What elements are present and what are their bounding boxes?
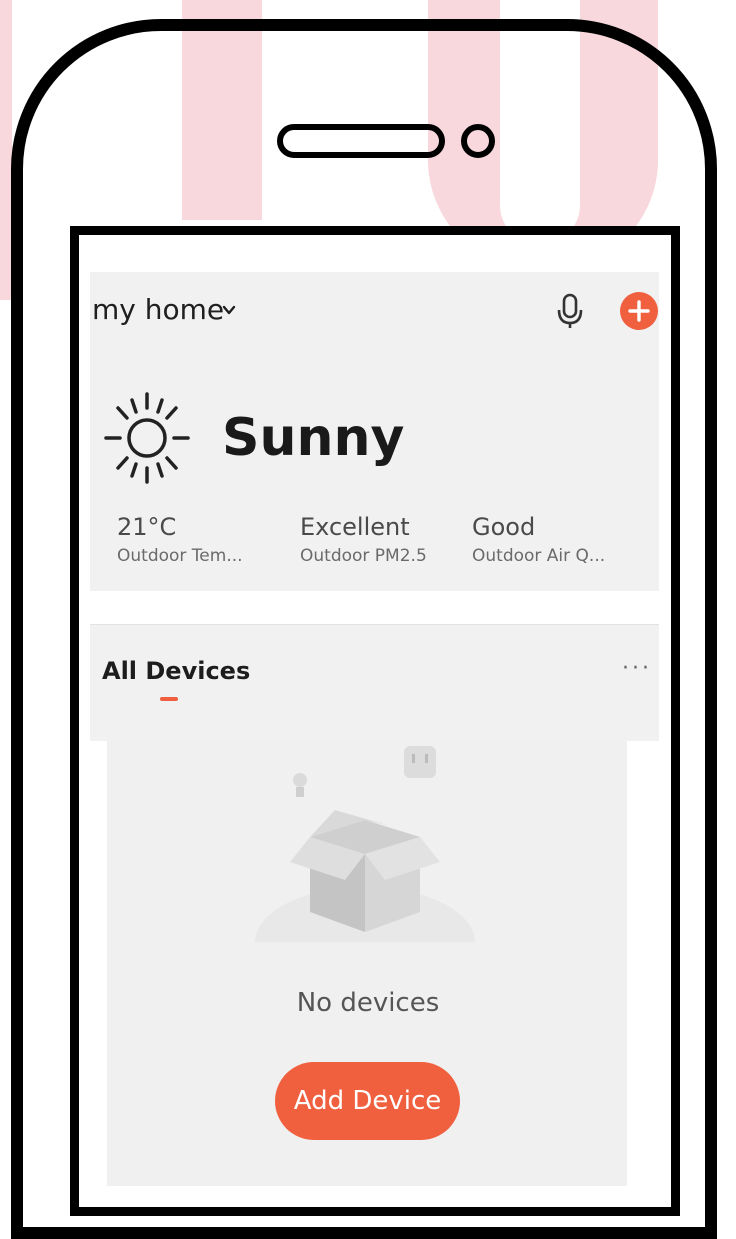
phone-camera — [461, 124, 495, 158]
sun-icon — [104, 392, 190, 484]
plus-icon — [628, 300, 650, 322]
phone-speaker — [277, 124, 445, 158]
add-device-button[interactable]: Add Device — [275, 1062, 460, 1140]
home-selector-label[interactable]: my home — [92, 293, 224, 326]
weather-condition: Sunny — [222, 408, 405, 468]
outdoor-temperature-label: Outdoor Tem... — [117, 546, 243, 566]
add-plus-button[interactable] — [620, 292, 658, 330]
microphone-icon[interactable] — [555, 292, 585, 330]
outdoor-air-quality-value: Good — [472, 513, 536, 541]
outdoor-pm25-value: Excellent — [300, 513, 410, 541]
empty-box-illustration — [240, 746, 490, 972]
active-tab-indicator — [160, 697, 178, 701]
more-options-icon[interactable]: ··· — [622, 656, 652, 681]
outdoor-air-quality-label: Outdoor Air Q... — [472, 546, 606, 566]
outdoor-pm25-label: Outdoor PM2.5 — [300, 546, 427, 566]
outdoor-temperature-value: 21°C — [117, 513, 177, 541]
chevron-down-icon[interactable] — [222, 303, 236, 317]
tab-all-devices[interactable]: All Devices — [102, 657, 250, 685]
no-devices-text: No devices — [296, 988, 440, 1018]
